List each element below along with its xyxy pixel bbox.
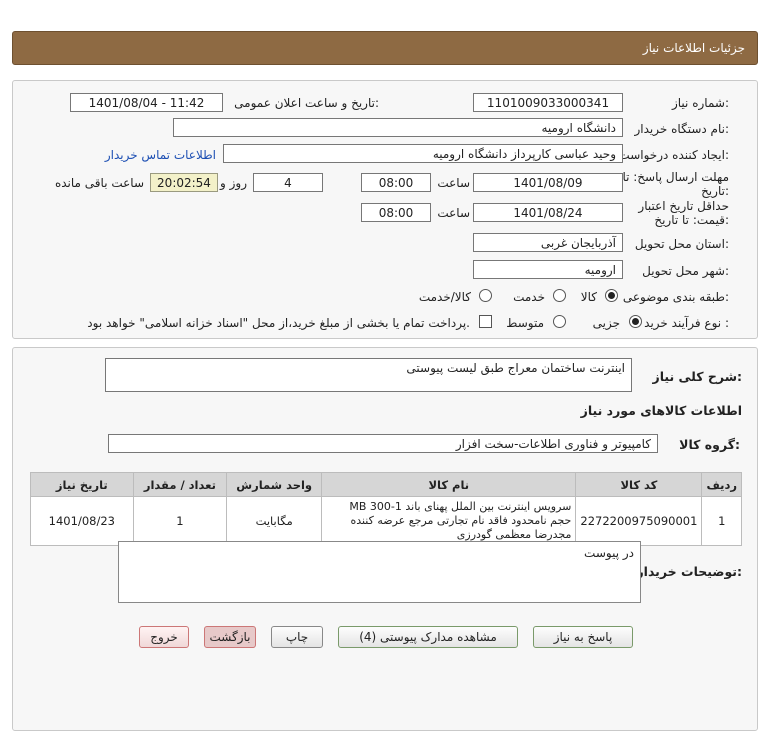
- buyer-org-label: نام دستگاه خریدار:: [634, 122, 730, 136]
- price-validity-date-field: 1401/08/24: [473, 203, 623, 222]
- reply-deadline-date-field: 1401/08/09: [473, 173, 623, 192]
- reply-days-field: 4: [253, 173, 323, 192]
- price-validity-label: حداقل تاریخ اعتبار: [638, 199, 729, 213]
- reply-deadline-label-2: تاریخ:: [701, 184, 729, 198]
- col-name: نام کالا: [321, 472, 577, 497]
- col-date: تاریخ نیاز: [30, 472, 134, 497]
- category-option-goods: کالا: [580, 290, 597, 304]
- city-label: شهر محل تحویل:: [642, 264, 729, 278]
- col-unit: واحد شمارش: [226, 472, 323, 497]
- announce-datetime-field: 1401/08/04 - 11:42: [70, 93, 223, 112]
- reply-time-label: ساعت: [437, 176, 470, 190]
- exit-button[interactable]: خروج: [139, 626, 189, 648]
- back-button[interactable]: بازگشت: [204, 626, 256, 648]
- buyer-notes-label: توضیحات خریدار:: [636, 564, 742, 579]
- process-type-label: نوع فرآیند خرید :: [644, 316, 729, 330]
- process-radio-medium[interactable]: [553, 315, 566, 328]
- remaining-time-field: 20:02:54: [150, 173, 218, 192]
- col-code: کد کالا: [575, 472, 703, 497]
- category-radio-goods-service[interactable]: [479, 289, 492, 302]
- category-radio-goods[interactable]: [605, 289, 618, 302]
- goods-group-label: گروه کالا:: [679, 437, 740, 452]
- need-number-label: شماره نیاز:: [671, 96, 729, 110]
- province-label: استان محل تحویل:: [634, 237, 729, 251]
- reply-deadline-label: مهلت ارسال پاسخ: تا: [622, 170, 729, 184]
- price-validity-label-2: قیمت: تا تاریخ:: [654, 213, 729, 227]
- province-field: آذربایجان غربی: [473, 233, 623, 252]
- requester-field: وحید عباسی کارپرداز دانشگاه ارومیه: [223, 144, 623, 163]
- cell-qty: 1: [132, 496, 228, 546]
- goods-group-field: کامپیوتر و فناوری اطلاعات-سخت افزار: [108, 434, 658, 453]
- requester-label: ایجاد کننده درخواست:: [618, 148, 729, 162]
- summary-field: اینترنت ساختمان معراج طبق لیست پیوستی: [105, 358, 632, 392]
- category-option-service: خدمت: [513, 290, 545, 304]
- cell-code: 2272200975090001: [575, 496, 703, 546]
- category-label: طبقه بندی موضوعی:: [622, 290, 729, 304]
- cell-date: 1401/08/23: [30, 496, 134, 546]
- treasury-payment-checkbox[interactable]: [479, 315, 492, 328]
- reply-button[interactable]: پاسخ به نیاز: [533, 626, 633, 648]
- summary-label: شرح کلی نیاز:: [652, 369, 743, 384]
- process-option-minor: جزیی: [592, 316, 620, 330]
- buyer-notes-field: در پیوست: [118, 541, 641, 603]
- goods-table-header: ردیف کد کالا نام کالا واحد شمارش تعداد /…: [30, 472, 742, 497]
- price-validity-time-label: ساعت: [437, 206, 470, 220]
- treasury-payment-note: پرداخت تمام یا بخشی از مبلغ خرید،از محل …: [87, 316, 470, 330]
- cell-unit: مگابایت: [226, 496, 323, 546]
- print-button[interactable]: چاپ: [271, 626, 323, 648]
- process-radio-minor[interactable]: [629, 315, 642, 328]
- reply-deadline-time-field: 08:00: [361, 173, 431, 192]
- buyer-contact-link[interactable]: اطلاعات تماس خریدار: [105, 148, 216, 162]
- days-label: روز و: [220, 176, 247, 190]
- col-row: ردیف: [701, 472, 742, 497]
- need-number-field: 1101009033000341: [473, 93, 623, 112]
- page-title: جزئیات اطلاعات نیاز: [642, 41, 745, 55]
- remaining-time-label: ساعت باقی مانده: [54, 176, 144, 190]
- table-row: 1 2272200975090001 سرویس اینترنت بین الم…: [30, 496, 742, 546]
- cell-name: سرویس اینترنت بین الملل پهنای باند MB 30…: [321, 496, 577, 546]
- view-attachments-button[interactable]: مشاهده مدارک پیوستی (4): [338, 626, 518, 648]
- goods-info-title: اطلاعات کالاهای مورد نیاز: [580, 403, 742, 418]
- page-header: جزئیات اطلاعات نیاز: [12, 31, 758, 65]
- goods-table: ردیف کد کالا نام کالا واحد شمارش تعداد /…: [30, 472, 742, 546]
- announce-datetime-label: تاریخ و ساعت اعلان عمومی:: [234, 96, 379, 110]
- city-field: ارومیه: [473, 260, 623, 279]
- col-qty: تعداد / مقدار: [132, 472, 228, 497]
- buyer-org-field: دانشگاه ارومیه: [173, 118, 623, 137]
- need-info-panel: شماره نیاز: 1101009033000341 تاریخ و ساع…: [12, 80, 758, 339]
- process-option-medium: متوسط: [506, 316, 544, 330]
- price-validity-time-field: 08:00: [361, 203, 431, 222]
- need-details-panel: شرح کلی نیاز: اینترنت ساختمان معراج طبق …: [12, 347, 758, 731]
- category-radio-service[interactable]: [553, 289, 566, 302]
- cell-row: 1: [701, 496, 742, 546]
- category-option-goods-service: کالا/خدمت: [418, 290, 471, 304]
